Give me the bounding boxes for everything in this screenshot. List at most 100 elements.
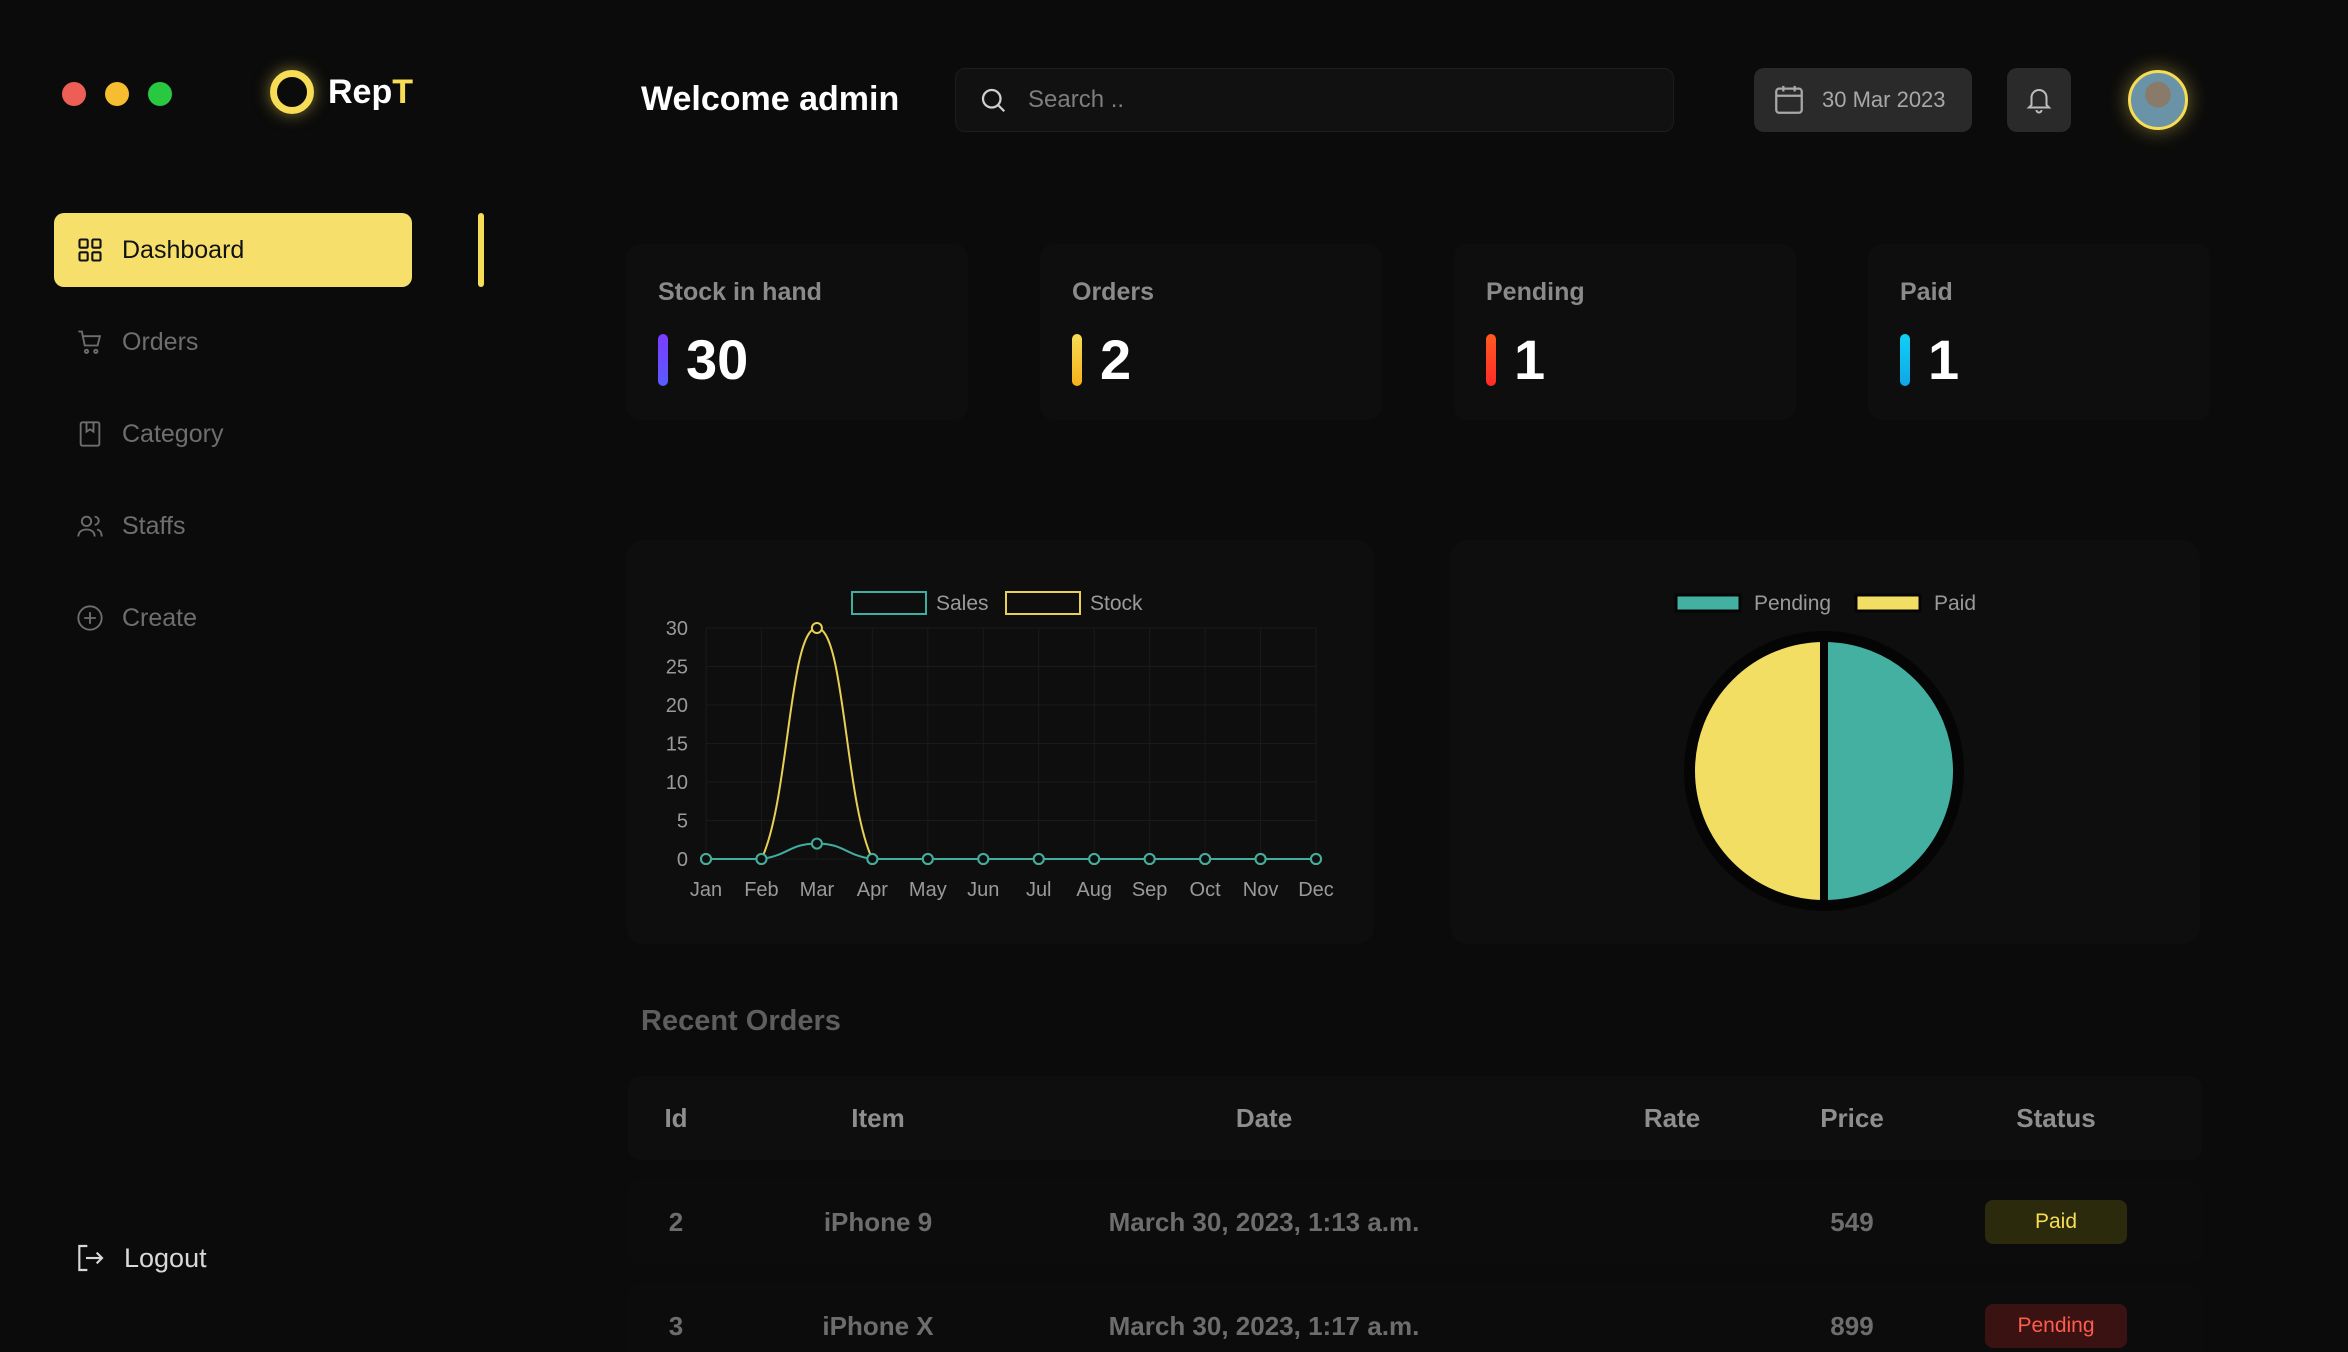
stat-value: 1 xyxy=(1928,328,1960,391)
y-tick-label: 15 xyxy=(666,734,688,756)
stat-card-stock: Stock in hand 30 xyxy=(626,244,968,420)
order-date: March 30, 2023, 1:17 a.m. xyxy=(1108,1310,1420,1341)
stats-row: Stock in hand 30 Orders 2 Pending 1 Paid… xyxy=(626,244,2210,420)
column-header-item[interactable]: Item xyxy=(774,1076,982,1160)
order-price: 549 xyxy=(1830,1206,1874,1237)
sidebar-item-label: Orders xyxy=(122,327,199,356)
brand-logo[interactable]: RepT xyxy=(270,70,413,114)
order-rate xyxy=(1588,1180,1756,1264)
table-row[interactable]: 2 iPhone 9 March 30, 2023, 1:13 a.m. 549… xyxy=(628,1180,2202,1264)
y-tick-label: 30 xyxy=(666,618,688,640)
legend-label-sales: Sales xyxy=(936,592,989,615)
data-point-sales xyxy=(1310,853,1322,865)
stat-value: 1 xyxy=(1514,328,1546,391)
logout-icon xyxy=(78,1244,104,1272)
stat-label: Paid xyxy=(1900,278,1953,306)
legend-label-paid: Paid xyxy=(1934,592,1976,615)
logout-button[interactable]: Logout xyxy=(74,1242,207,1274)
series-line-sales xyxy=(705,842,1316,860)
data-point-sales xyxy=(1254,853,1267,865)
grid-icon xyxy=(76,236,104,264)
data-point-sales xyxy=(921,853,934,865)
column-header-price[interactable]: Price xyxy=(1772,1076,1932,1160)
x-tick-label: Oct xyxy=(1190,879,1222,901)
y-tick-label: 25 xyxy=(666,657,688,679)
sidebar-item-category[interactable]: Category xyxy=(54,397,414,471)
order-status: Paid xyxy=(1958,1180,2154,1264)
status-pie-chart: Pending Paid xyxy=(1450,540,2200,944)
legend-swatch-stock xyxy=(1005,591,1081,615)
x-tick-label: Jun xyxy=(967,879,999,901)
data-point-sales xyxy=(700,853,712,865)
order-id: 2 xyxy=(668,1206,684,1237)
stat-label: Stock in hand xyxy=(658,278,822,306)
data-point-sales xyxy=(1199,853,1212,865)
pie-slice-pending xyxy=(1820,633,1961,909)
stat-label: Orders xyxy=(1072,278,1154,306)
users-icon xyxy=(76,512,104,540)
x-tick-label: Sep xyxy=(1132,879,1168,901)
order-rate xyxy=(1588,1284,1756,1352)
order-item: iPhone 9 xyxy=(823,1206,933,1237)
line-chart-svg: 0 5 10 15 20 25 30 Jan Feb Mar Apr May Jun Jul Aug Sep O… xyxy=(666,591,1334,901)
column-header-rate[interactable]: Rate xyxy=(1588,1076,1756,1160)
pie-chart-svg: Pending Paid xyxy=(1674,592,1976,911)
sidebar-item-label: Dashboard xyxy=(122,235,245,264)
search-icon xyxy=(981,88,1006,113)
x-tick-label: Jan xyxy=(690,879,722,901)
stat-accent-bar xyxy=(658,333,668,386)
bookmark-icon xyxy=(76,420,104,448)
status-badge: Pending xyxy=(1985,1304,2127,1348)
bell-icon xyxy=(2026,89,2052,114)
calendar-icon xyxy=(1775,85,1803,114)
window-controls xyxy=(62,82,172,106)
sidebar-item-staffs[interactable]: Staffs xyxy=(54,489,414,563)
sidebar-item-orders[interactable]: Orders xyxy=(54,305,414,379)
x-tick-label: Jul xyxy=(1026,879,1052,901)
table-row[interactable]: 3 iPhone X March 30, 2023, 1:17 a.m. 899… xyxy=(628,1284,2202,1352)
y-tick-label: 0 xyxy=(677,849,688,871)
pie-slice-paid xyxy=(1687,633,1828,909)
data-point-stock xyxy=(810,622,823,634)
sidebar-item-create[interactable]: Create xyxy=(54,581,414,655)
search-bar[interactable] xyxy=(955,68,1674,132)
minimize-window-button[interactable] xyxy=(105,82,129,106)
search-input[interactable] xyxy=(1028,86,1628,114)
x-tick-label: Dec xyxy=(1298,879,1334,901)
close-window-button[interactable] xyxy=(62,82,86,106)
logout-label: Logout xyxy=(124,1242,207,1273)
maximize-window-button[interactable] xyxy=(148,82,172,106)
stat-value: 30 xyxy=(686,328,749,391)
legend-label-pending: Pending xyxy=(1754,592,1831,615)
column-header-date[interactable]: Date xyxy=(1068,1076,1460,1160)
notifications-button[interactable] xyxy=(2007,68,2071,132)
x-tick-label: Nov xyxy=(1243,879,1279,901)
data-point-sales xyxy=(866,853,879,865)
brand-name: RepT xyxy=(328,72,414,111)
x-tick-label: Mar xyxy=(800,879,835,901)
data-point-sales xyxy=(755,853,768,865)
data-point-sales xyxy=(1032,853,1045,865)
sidebar-nav: Dashboard Orders Category Staffs Create xyxy=(54,213,414,673)
order-status: Pending xyxy=(1958,1284,2154,1352)
sidebar-item-label: Category xyxy=(122,419,224,448)
y-tick-label: 20 xyxy=(666,695,688,717)
stat-accent-bar xyxy=(1900,333,1910,386)
data-point-sales xyxy=(1143,853,1156,865)
order-id: 3 xyxy=(668,1310,684,1341)
y-tick-label: 10 xyxy=(666,772,688,794)
data-point-sales xyxy=(1088,853,1101,865)
column-header-status[interactable]: Status xyxy=(1958,1076,2154,1160)
sidebar-item-dashboard[interactable]: Dashboard xyxy=(54,213,412,287)
cart-icon xyxy=(76,328,104,356)
x-tick-label: Feb xyxy=(744,879,778,901)
recent-orders-title: Recent Orders xyxy=(641,1005,841,1037)
column-header-id[interactable]: Id xyxy=(628,1076,724,1160)
table-header: Id Item Date Rate Price Status xyxy=(628,1076,2202,1160)
avatar[interactable] xyxy=(2128,70,2188,130)
sidebar-item-label: Create xyxy=(122,603,198,632)
data-point-sales xyxy=(977,853,990,865)
stat-accent-bar xyxy=(1486,333,1496,386)
date-display[interactable]: 30 Mar 2023 xyxy=(1754,68,1972,132)
order-item: iPhone X xyxy=(822,1310,934,1341)
